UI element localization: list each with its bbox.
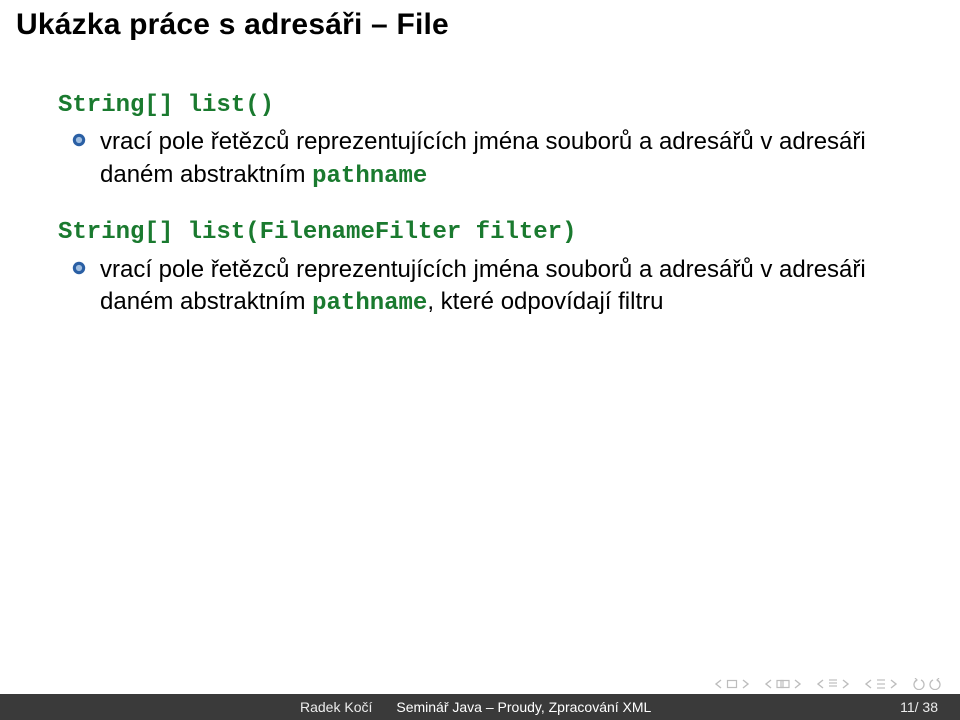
footer-author: Radek Kočí xyxy=(0,699,396,715)
list-item: vrací pole řetězců reprezentujících jmén… xyxy=(100,126,902,193)
bullet-text-post: , které odpovídají filtru xyxy=(427,288,663,315)
method-block-1: String[] list() vrací pole řetězců repre… xyxy=(58,90,902,193)
bullet-code: pathname xyxy=(312,290,427,317)
bullet-icon xyxy=(72,261,86,275)
slide-title: Ukázka práce s adresáři – File xyxy=(0,0,960,62)
nav-prev-frame[interactable] xyxy=(864,678,898,690)
method-signature: String[] list(FilenameFilter filter) xyxy=(58,217,902,249)
method-block-2: String[] list(FilenameFilter filter) vra… xyxy=(58,217,902,320)
nav-back-forward[interactable] xyxy=(912,678,942,690)
slide-footer: Radek Kočí Seminář Java – Proudy, Zpraco… xyxy=(0,694,960,720)
nav-prev-section[interactable] xyxy=(816,678,850,690)
bullet-code: pathname xyxy=(312,163,427,190)
nav-controls xyxy=(714,678,942,690)
slide-content: String[] list() vrací pole řetězců repre… xyxy=(0,62,960,320)
footer-talk-title: Seminář Java – Proudy, Zpracování XML xyxy=(396,699,900,715)
method-signature: String[] list() xyxy=(58,90,902,122)
bullet-icon xyxy=(72,133,86,147)
footer-page-number: 11/ 38 xyxy=(900,699,960,715)
list-item: vrací pole řetězců reprezentujících jmén… xyxy=(100,254,902,321)
nav-prev-subsection[interactable] xyxy=(764,679,802,689)
bullet-text-pre: vrací pole řetězců reprezentujících jmén… xyxy=(100,128,866,187)
nav-prev-slide[interactable] xyxy=(714,679,750,689)
